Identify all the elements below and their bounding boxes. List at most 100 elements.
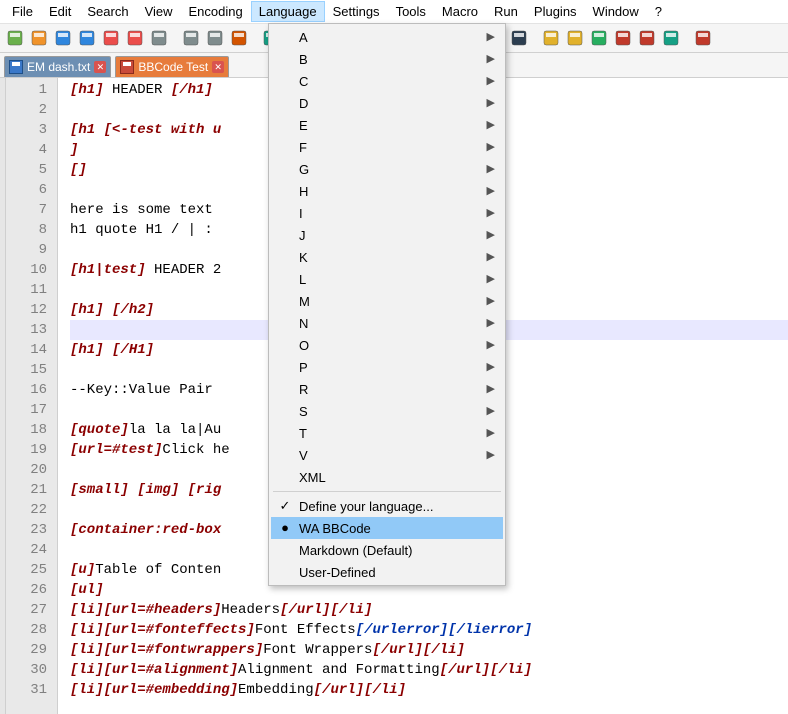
record-icon[interactable]: [692, 27, 714, 49]
folder-icon[interactable]: [636, 27, 658, 49]
lang-submenu-p[interactable]: P▶: [271, 356, 503, 378]
paste-icon[interactable]: [228, 27, 250, 49]
menu-item-label: D: [299, 96, 308, 111]
menu-item-label: J: [299, 228, 306, 243]
lang-submenu-a[interactable]: A▶: [271, 26, 503, 48]
code-line[interactable]: [li][url=#headers]Headers[/url][/li]: [70, 600, 788, 620]
print-icon[interactable]: [148, 27, 170, 49]
menu-macro[interactable]: Macro: [434, 1, 486, 22]
show-all-icon[interactable]: [508, 27, 530, 49]
menu-search[interactable]: Search: [79, 1, 136, 22]
line-number: 1: [6, 80, 47, 100]
lang-submenu-o[interactable]: O▶: [271, 334, 503, 356]
menu-plugins[interactable]: Plugins: [526, 1, 585, 22]
submenu-arrow-icon: ▶: [487, 118, 495, 131]
open-icon[interactable]: [28, 27, 50, 49]
tab-bbcode-test[interactable]: BBCode Test✕: [115, 56, 229, 77]
token-txt: --Key::Value Pair: [70, 382, 221, 398]
lang-item-user-defined[interactable]: User-Defined: [271, 561, 503, 583]
code-line[interactable]: [li][url=#embedding]Embedding[/url][/li]: [70, 680, 788, 700]
submenu-arrow-icon: ▶: [487, 140, 495, 153]
token-tag: [/url][/li]: [372, 642, 464, 658]
lang-submenu-xml[interactable]: XML: [271, 466, 503, 488]
token-txt: [104, 342, 112, 358]
token-tag: []: [70, 162, 87, 178]
close-icon[interactable]: [100, 27, 122, 49]
lang-submenu-e[interactable]: E▶: [271, 114, 503, 136]
menu-item-label: E: [299, 118, 308, 133]
token-txt: Font Effects: [255, 622, 356, 638]
menubar: FileEditSearchViewEncodingLanguageSettin…: [0, 0, 788, 23]
lang-submenu-b[interactable]: B▶: [271, 48, 503, 70]
submenu-arrow-icon: ▶: [487, 74, 495, 87]
menu-edit[interactable]: Edit: [41, 1, 79, 22]
lang-submenu-l[interactable]: L▶: [271, 268, 503, 290]
lang-submenu-f[interactable]: F▶: [271, 136, 503, 158]
lang-item-wa-bbcode[interactable]: ●WA BBCode: [271, 517, 503, 539]
menu-encoding[interactable]: Encoding: [181, 1, 251, 22]
submenu-arrow-icon: ▶: [487, 272, 495, 285]
token-txt: Font Wrappers: [263, 642, 372, 658]
line-number: 18: [6, 420, 47, 440]
lang-submenu-j[interactable]: J▶: [271, 224, 503, 246]
new-file-icon[interactable]: [4, 27, 26, 49]
menu-q[interactable]: ?: [647, 1, 670, 22]
lang-submenu-c[interactable]: C▶: [271, 70, 503, 92]
line-number: 21: [6, 480, 47, 500]
lang-submenu-d[interactable]: D▶: [271, 92, 503, 114]
func-list-icon[interactable]: [612, 27, 634, 49]
tab-em-dash-txt[interactable]: EM dash.txt✕: [4, 56, 111, 77]
submenu-arrow-icon: ▶: [487, 96, 495, 109]
tab-close-icon[interactable]: ✕: [212, 61, 224, 73]
line-number: 7: [6, 200, 47, 220]
save-icon[interactable]: [52, 27, 74, 49]
token-tag: [li][url=#fontwrappers]: [70, 642, 263, 658]
menu-item-label: A: [299, 30, 308, 45]
token-tag: [quote]: [70, 422, 129, 438]
lang-submenu-h[interactable]: H▶: [271, 180, 503, 202]
lang-submenu-i[interactable]: I▶: [271, 202, 503, 224]
menu-item-label: XML: [299, 470, 326, 485]
lang-item-define-your-language-[interactable]: ✓Define your language...: [271, 495, 503, 517]
monitor-icon[interactable]: [660, 27, 682, 49]
token-tag: [/h2]: [112, 302, 154, 318]
lang-submenu-g[interactable]: G▶: [271, 158, 503, 180]
lang-submenu-r[interactable]: R▶: [271, 378, 503, 400]
menu-item-label: WA BBCode: [299, 521, 371, 536]
menu-window[interactable]: Window: [585, 1, 647, 22]
code-line[interactable]: [li][url=#fonteffects]Font Effects[/urle…: [70, 620, 788, 640]
menu-run[interactable]: Run: [486, 1, 526, 22]
line-number: 2: [6, 100, 47, 120]
lang-submenu-n[interactable]: N▶: [271, 312, 503, 334]
close-all-icon[interactable]: [124, 27, 146, 49]
line-number: 30: [6, 660, 47, 680]
menu-tools[interactable]: Tools: [388, 1, 434, 22]
line-number: 10: [6, 260, 47, 280]
token-tag: [li][url=#alignment]: [70, 662, 238, 678]
fold-icon[interactable]: [564, 27, 586, 49]
menu-language[interactable]: Language: [251, 1, 325, 22]
lang-submenu-m[interactable]: M▶: [271, 290, 503, 312]
save-disk-icon: [9, 60, 23, 74]
token-txt: here is some text: [70, 202, 221, 218]
save-all-icon[interactable]: [76, 27, 98, 49]
lang-submenu-s[interactable]: S▶: [271, 400, 503, 422]
lang-submenu-k[interactable]: K▶: [271, 246, 503, 268]
submenu-arrow-icon: ▶: [487, 404, 495, 417]
tab-close-icon[interactable]: ✕: [94, 61, 106, 73]
lang-item-markdown-default-[interactable]: Markdown (Default): [271, 539, 503, 561]
doc-map-icon[interactable]: [588, 27, 610, 49]
indent-guide-icon[interactable]: [540, 27, 562, 49]
cut-icon[interactable]: [180, 27, 202, 49]
menu-view[interactable]: View: [137, 1, 181, 22]
line-number: 4: [6, 140, 47, 160]
submenu-arrow-icon: ▶: [487, 162, 495, 175]
menu-settings[interactable]: Settings: [325, 1, 388, 22]
menu-file[interactable]: File: [4, 1, 41, 22]
submenu-arrow-icon: ▶: [487, 426, 495, 439]
lang-submenu-v[interactable]: V▶: [271, 444, 503, 466]
lang-submenu-t[interactable]: T▶: [271, 422, 503, 444]
code-line[interactable]: [li][url=#alignment]Alignment and Format…: [70, 660, 788, 680]
copy-icon[interactable]: [204, 27, 226, 49]
code-line[interactable]: [li][url=#fontwrappers]Font Wrappers[/ur…: [70, 640, 788, 660]
